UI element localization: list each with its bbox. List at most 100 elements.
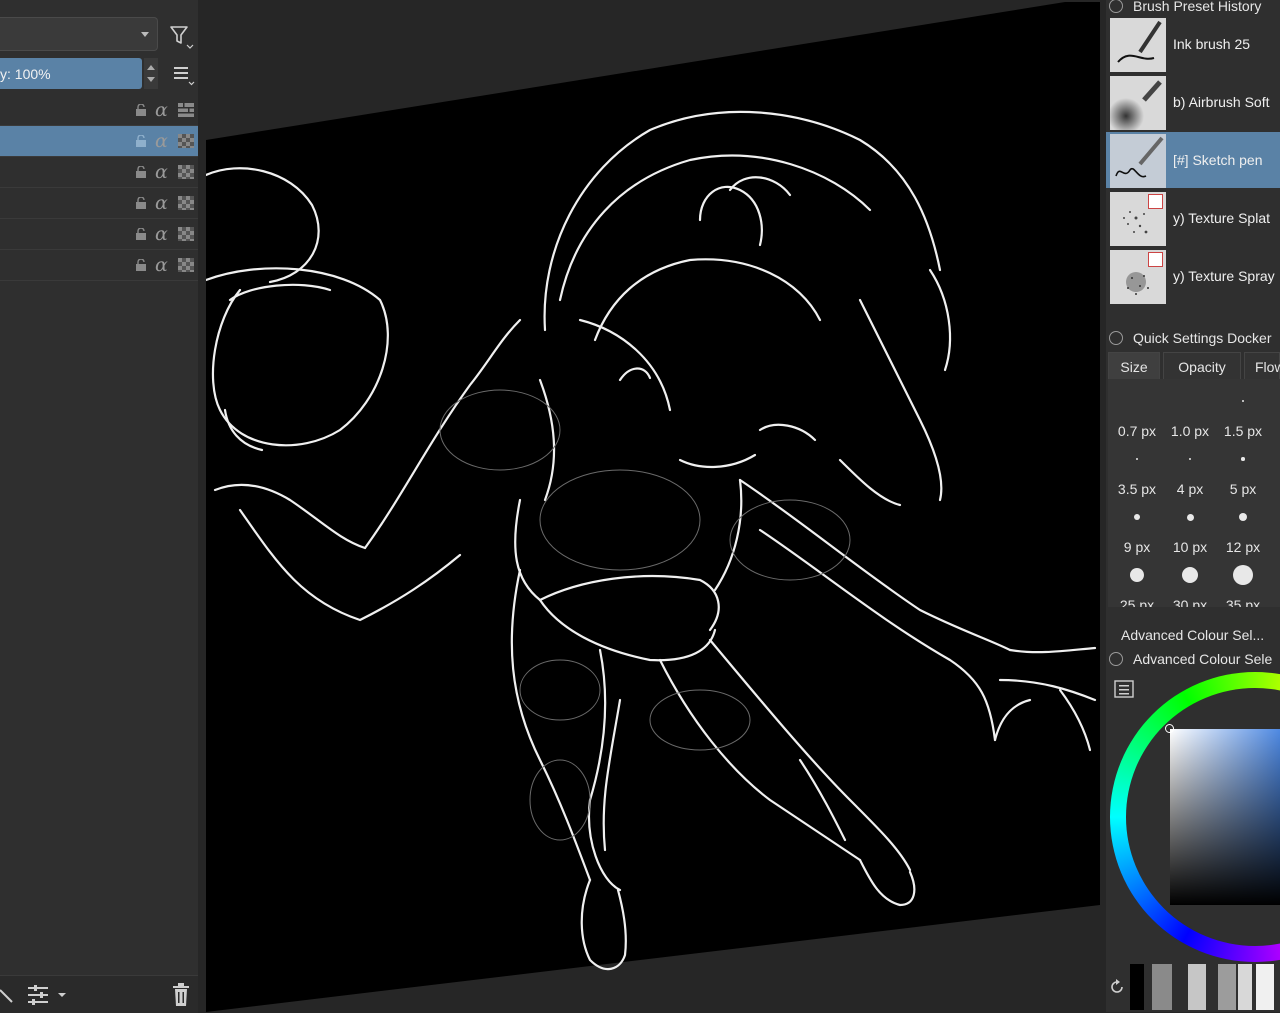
lock-icon[interactable] [135, 259, 147, 271]
brush-preset-thumbnail [1110, 76, 1166, 130]
stepper-down-icon[interactable] [147, 77, 155, 82]
colour-swatch[interactable] [1188, 964, 1206, 1010]
layer-thumbnail [178, 165, 194, 179]
brush-size-option[interactable]: 30 px [1164, 597, 1216, 607]
brush-size-option[interactable]: 9 px [1111, 539, 1163, 555]
advanced-colour-selector-button[interactable]: Advanced Colour Sel... [1106, 622, 1280, 648]
colour-swatch[interactable] [1256, 964, 1274, 1010]
brush-size-dot [1242, 400, 1244, 402]
tab-opacity[interactable]: Opacity [1163, 352, 1241, 380]
brush-preset-label: [#] Sketch pen [1173, 152, 1263, 168]
chevron-down-icon [141, 32, 149, 37]
quick-settings-title-bar: Quick Settings Docker [1106, 328, 1280, 350]
advanced-colour-title-bar: Advanced Colour Sele [1106, 649, 1280, 671]
lock-icon[interactable] [135, 104, 147, 116]
layer-row[interactable]: α [0, 126, 198, 157]
canvas-drawing[interactable] [206, 0, 1100, 1012]
opacity-value: y: 100% [0, 66, 51, 82]
brush-size-dot [1239, 513, 1247, 521]
saturation-value-square[interactable] [1170, 729, 1280, 905]
lock-icon[interactable] [135, 135, 147, 147]
layer-thumbnail [178, 103, 194, 117]
filter-icon[interactable] [168, 22, 194, 50]
brush-size-option[interactable]: 10 px [1164, 539, 1216, 555]
settings-list-icon[interactable] [1114, 680, 1136, 700]
brush-size-option[interactable]: 4 px [1164, 481, 1216, 497]
colour-swatch[interactable] [1218, 964, 1236, 1010]
brush-preset-thumbnail [1110, 134, 1166, 188]
blend-mode-dropdown[interactable] [0, 17, 158, 51]
brush-size-option[interactable]: 1.5 px [1217, 423, 1269, 439]
tab-label: Size [1120, 359, 1148, 375]
texture-badge-icon [1148, 194, 1163, 209]
lock-icon[interactable] [135, 197, 147, 209]
alpha-lock-icon[interactable]: α [155, 99, 168, 121]
brush-size-dot [1182, 567, 1198, 583]
sliders-icon[interactable] [26, 983, 70, 1007]
brush-size-dot [1188, 457, 1192, 461]
layer-row[interactable]: α [0, 95, 198, 126]
layer-thumbnail [178, 227, 194, 241]
refresh-icon[interactable] [1108, 978, 1126, 996]
brush-preset-item[interactable]: y) Texture Spray [1106, 248, 1280, 304]
opacity-slider[interactable]: y: 100% [0, 58, 142, 89]
colour-selector[interactable] [1106, 672, 1280, 962]
alpha-lock-icon[interactable]: α [155, 223, 168, 245]
brush-size-dot [1241, 457, 1245, 461]
tab-size[interactable]: Size [1108, 352, 1160, 380]
layer-row[interactable]: α [0, 157, 198, 188]
brush-size-grid: 0.7 px 1.0 px 1.5 px 3.5 px 4 px 5 px 9 px 10 p… [1108, 379, 1280, 607]
brush-size-dot [1136, 458, 1138, 460]
brush-preset-label: y) Texture Spray [1173, 268, 1275, 284]
colour-swatch[interactable] [1130, 964, 1144, 1010]
brush-preset-item[interactable]: [#] Sketch pen [1106, 132, 1280, 188]
layer-thumbnail [178, 258, 194, 272]
colour-history [1106, 964, 1280, 1012]
brush-size-option[interactable]: 35 px [1217, 597, 1269, 607]
brush-size-option[interactable]: 5 px [1217, 481, 1269, 497]
lock-icon[interactable] [1109, 0, 1123, 13]
brush-size-option[interactable]: 25 px [1111, 597, 1163, 607]
opacity-stepper[interactable] [144, 58, 158, 89]
layer-row[interactable]: α [0, 250, 198, 281]
alpha-lock-icon[interactable]: α [155, 130, 168, 152]
quick-settings-title: Quick Settings Docker [1133, 330, 1272, 346]
hamburger-menu-icon[interactable] [170, 64, 196, 86]
brush-size-option[interactable]: 1.0 px [1164, 423, 1216, 439]
lock-icon[interactable] [1109, 331, 1123, 345]
trash-icon[interactable] [170, 982, 192, 1008]
docker-splitter[interactable] [198, 0, 206, 1012]
brush-preset-thumbnail [1110, 250, 1166, 304]
brush-size-option[interactable]: 3.5 px [1111, 481, 1163, 497]
brush-preset-label: Ink brush 25 [1173, 36, 1251, 52]
hue-cursor[interactable] [1165, 724, 1174, 733]
tab-flow[interactable]: Flow [1244, 352, 1280, 380]
colour-swatch[interactable] [1238, 964, 1252, 1010]
add-layer-icon[interactable] [0, 984, 14, 1006]
colour-swatch[interactable] [1152, 964, 1172, 1010]
layer-thumbnail [178, 196, 194, 210]
brush-size-dot [1134, 514, 1140, 520]
brush-size-option[interactable]: 0.7 px [1111, 423, 1163, 439]
tab-label: Opacity [1178, 359, 1226, 375]
brush-preset-item[interactable]: b) Airbrush Soft [1106, 74, 1280, 130]
brush-preset-item[interactable]: Ink brush 25 [1106, 16, 1280, 72]
brush-preset-item[interactable]: y) Texture Splat [1106, 190, 1280, 246]
canvas-viewport[interactable] [206, 0, 1100, 1012]
layers-toolbar [0, 975, 198, 1013]
lock-icon[interactable] [135, 228, 147, 240]
alpha-lock-icon[interactable]: α [155, 161, 168, 183]
stepper-up-icon[interactable] [147, 65, 155, 70]
lock-icon[interactable] [1109, 652, 1123, 666]
brush-size-option[interactable]: 12 px [1217, 539, 1269, 555]
brush-size-dot [1130, 568, 1144, 582]
alpha-lock-icon[interactable]: α [155, 254, 168, 276]
brush-size-dot [1186, 513, 1194, 521]
alpha-lock-icon[interactable]: α [155, 192, 168, 214]
layer-row[interactable]: α [0, 188, 198, 219]
layer-thumbnail [178, 134, 194, 148]
layer-row[interactable]: α [0, 219, 198, 250]
canvas-document [206, 2, 1100, 1012]
texture-badge-icon [1148, 252, 1163, 267]
lock-icon[interactable] [135, 166, 147, 178]
